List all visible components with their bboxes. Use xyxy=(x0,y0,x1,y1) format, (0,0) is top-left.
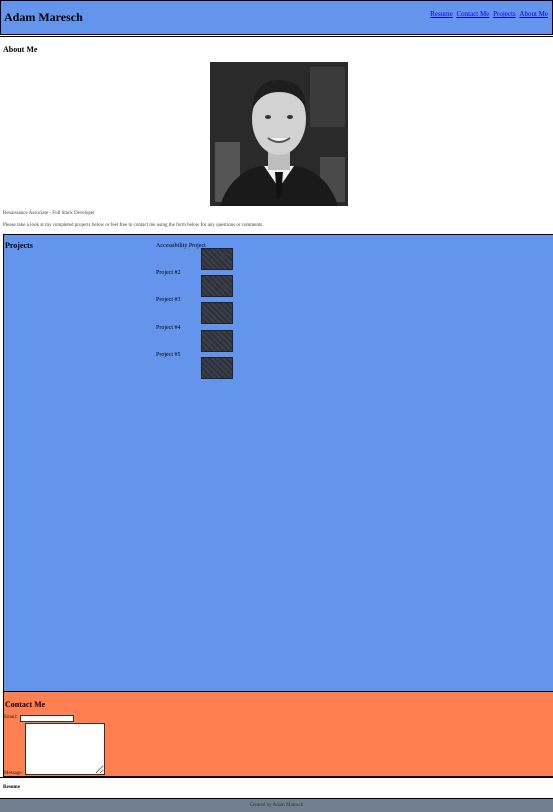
resume-heading: Resume xyxy=(3,785,20,790)
profile-photo xyxy=(210,62,348,206)
email-label: Email: xyxy=(4,715,18,720)
nav-bar: Resume Contact Me Projects About Me xyxy=(428,10,548,19)
about-section: About Me Renaissance Associate - Full St… xyxy=(0,36,553,234)
project-thumbnail[interactable] xyxy=(201,330,233,352)
message-field[interactable] xyxy=(25,723,105,775)
site-header: Adam Maresch Resume Contact Me Projects … xyxy=(0,0,553,35)
contact-section: Contact Me Email: Message: xyxy=(3,691,553,777)
site-footer: Created by Adam Maresch xyxy=(0,798,553,812)
project-thumbnail[interactable] xyxy=(201,302,233,324)
job-title: Renaissance Associate - Full Stack Devel… xyxy=(3,211,95,216)
profile-photo-graphic xyxy=(210,62,348,206)
resume-section: Resume xyxy=(0,777,553,798)
project-title[interactable]: Project #4 xyxy=(156,324,181,332)
footer-text: Created by Adam Maresch xyxy=(249,803,304,808)
email-field[interactable] xyxy=(20,715,74,722)
project-title[interactable]: Project #3 xyxy=(156,296,181,304)
projects-heading: Projects xyxy=(5,241,33,250)
contact-heading: Contact Me xyxy=(5,700,46,709)
project-thumbnail[interactable] xyxy=(201,275,233,297)
project-title[interactable]: Project #2 xyxy=(156,269,181,277)
about-heading: About Me xyxy=(3,45,38,54)
nav-link-projects[interactable]: Projects xyxy=(493,10,516,18)
intro-text: Please take a look at my completed proje… xyxy=(3,223,264,228)
nav-link-contact[interactable]: Contact Me xyxy=(456,10,489,18)
message-label: Message: xyxy=(4,771,23,776)
site-title: Adam Maresch xyxy=(4,10,83,24)
nav-link-about[interactable]: About Me xyxy=(519,10,548,18)
project-thumbnail[interactable] xyxy=(201,248,233,270)
nav-link-resume[interactable]: Resume xyxy=(430,10,453,18)
project-title[interactable]: Accessibility Project xyxy=(156,242,206,250)
projects-section: Projects Accessibility Project Project #… xyxy=(3,234,553,692)
project-thumbnail[interactable] xyxy=(201,357,233,379)
project-title[interactable]: Project #5 xyxy=(156,351,181,359)
